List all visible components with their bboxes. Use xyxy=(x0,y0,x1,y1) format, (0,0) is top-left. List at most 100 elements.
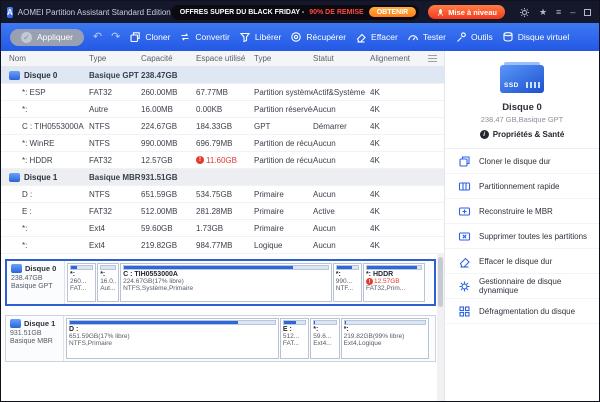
disk-block-1[interactable]: Disque 1 931.51GB Basique MBR D : 651.59… xyxy=(5,315,436,362)
table-row-partition[interactable]: *: WinRE NTFS 990.00MB 696.79MB Partitio… xyxy=(1,135,444,152)
cell-used: 984.77MB xyxy=(196,241,254,250)
table-row-partition[interactable]: *: Ext4 59.60GB 1.73GB Primaire Aucun 4K xyxy=(1,220,444,237)
action-delete-all-partitions[interactable]: Supprimer toutes les partitions xyxy=(445,224,599,249)
partition-size: 651.59GB(17% libre) xyxy=(69,333,276,340)
toolbar-clone[interactable]: Cloner xyxy=(129,31,170,43)
table-row-disk1[interactable]: Disque 1 Basique MBR 931.51GB xyxy=(1,169,444,186)
tools-wrench-icon xyxy=(455,31,467,43)
cell-capacity: 12.57GB xyxy=(141,156,196,165)
menu-icon[interactable]: ≡ xyxy=(556,8,561,17)
col-header-name[interactable]: Nom xyxy=(9,54,89,63)
action-label: Supprimer toutes les partitions xyxy=(479,232,587,241)
apply-button[interactable]: ✓ Appliquer xyxy=(10,29,84,46)
cell-capacity: 931.51GB xyxy=(141,173,196,182)
toolbar-label: Disque virtuel xyxy=(518,32,570,42)
table-row-partition[interactable]: *: HDDR FAT32 12.57GB !11.60GB Partition… xyxy=(1,152,444,169)
toolbar-tools[interactable]: Outils xyxy=(455,31,493,43)
maximize-icon[interactable] xyxy=(584,9,591,16)
action-label: Reconstruire le MBR xyxy=(479,207,553,216)
cell-used: 0.00KB xyxy=(196,105,254,114)
disk-block-0[interactable]: Disque 0 238.47GB Basique GPT *: 260... … xyxy=(5,259,436,306)
partition-block-d-drive[interactable]: D : 651.59GB(17% libre) NTFS,Primaire xyxy=(66,318,279,359)
partition-block[interactable]: *: 16.0... Aut... xyxy=(97,263,119,302)
partition-size: 12.57GB xyxy=(374,278,400,285)
table-row-partition[interactable]: *: ESP FAT32 260.00MB 67.77MB Partition … xyxy=(1,84,444,101)
usage-bar xyxy=(70,265,93,270)
col-header-align[interactable]: Alignement xyxy=(370,54,412,63)
toolbar-label: Libérer xyxy=(255,32,281,42)
cell-status: Aucun xyxy=(313,156,370,165)
promo-get-button[interactable]: OBTENIR xyxy=(369,7,417,17)
partition-block-hddr[interactable]: *: HDDR !12.57GB FAT32,Prim... xyxy=(363,263,425,302)
partition-block[interactable]: *: 990... NTF... xyxy=(333,263,362,302)
toolbar-convert[interactable]: Convertir xyxy=(179,31,229,43)
col-header-used[interactable]: Espace utilisé xyxy=(196,54,254,63)
toolbar-free-up[interactable]: Libérer xyxy=(239,31,281,43)
test-gauge-icon xyxy=(407,31,419,43)
toolbar-test[interactable]: Tester xyxy=(407,31,446,43)
partition-block[interactable]: *: 260... FAT... xyxy=(67,263,96,302)
table-row-partition[interactable]: D : NTFS 651.59GB 534.75GB Primaire Aucu… xyxy=(1,186,444,203)
scrollbar-thumb[interactable] xyxy=(438,257,443,307)
usage-bar xyxy=(123,265,329,270)
usage-bar xyxy=(100,265,116,270)
partition-label: E : xyxy=(283,326,306,333)
dynamic-disk-icon xyxy=(458,280,471,293)
feedback-star-icon[interactable]: ★ xyxy=(539,8,547,17)
action-dynamic-disk-manager[interactable]: Gestionnaire de disque dynamique xyxy=(445,274,599,299)
action-rebuild-mbr[interactable]: Reconstruire le MBR xyxy=(445,199,599,224)
action-disk-defrag[interactable]: Défragmentation du disque xyxy=(445,299,599,324)
undo-icon[interactable]: ↶ xyxy=(93,32,102,43)
cell-capacity: 238.47GB xyxy=(141,71,196,80)
partition-block[interactable]: *: 59.6... Ext4... xyxy=(310,318,339,359)
minimize-icon[interactable]: – xyxy=(570,8,575,17)
toolbar-recover[interactable]: Récupérer xyxy=(290,31,346,43)
settings-gear-icon[interactable] xyxy=(519,7,530,18)
toolbar-virtual-disk[interactable]: Disque virtuel xyxy=(502,31,570,43)
free-up-icon xyxy=(239,31,251,43)
cell-name: *: WinRE xyxy=(9,139,89,148)
table-row-partition[interactable]: C : TIH0553000A NTFS 224.67GB 184.33GB G… xyxy=(1,118,444,135)
convert-icon xyxy=(179,31,191,43)
disk-size: 238.47GB xyxy=(11,275,60,282)
partition-block[interactable]: *: 219.82GB(99% libre) Ext4,Logique xyxy=(341,318,429,359)
cell-type: FAT32 xyxy=(89,207,141,216)
toolbar-wipe[interactable]: Effacer xyxy=(355,31,398,43)
warning-icon: ! xyxy=(366,278,373,285)
partition-label: *: xyxy=(100,271,116,278)
column-settings-icon[interactable] xyxy=(428,55,437,63)
partition-size: 260... xyxy=(70,278,93,285)
redo-icon[interactable]: ↷ xyxy=(111,32,120,43)
properties-health-button[interactable]: i Propriétés & Santé xyxy=(449,130,595,139)
wipe-disk-icon xyxy=(458,255,471,268)
partition-label: D : xyxy=(69,326,276,333)
partition-block-c-drive[interactable]: C : TIH0553000A 224.67GB(17% libre) NTFS… xyxy=(120,263,332,302)
cell-type2: Partition système GPT, EFI xyxy=(254,88,313,97)
table-row-disk0[interactable]: Disque 0 Basique GPT 238.47GB xyxy=(1,67,444,84)
action-quick-partition[interactable]: Partitionnement rapide xyxy=(445,174,599,199)
action-wipe-disk[interactable]: Effacer le disque dur xyxy=(445,249,599,274)
cell-capacity: 990.00MB xyxy=(141,139,196,148)
col-header-capacity[interactable]: Capacité xyxy=(141,54,196,63)
action-label: Effacer le disque dur xyxy=(479,257,552,266)
cell-align: 4K xyxy=(370,122,412,131)
toolbar-label: Effacer xyxy=(371,32,398,42)
partition-label: *: xyxy=(344,326,426,333)
selected-disk-card: SSD Disque 0 238.47 GB,Basique GPT i Pro… xyxy=(445,51,599,149)
cell-align: 4K xyxy=(370,207,412,216)
partition-fs: NTFS,Système,Primaire xyxy=(123,285,329,292)
col-header-type[interactable]: Type xyxy=(89,54,141,63)
cell-name: Disque 1 xyxy=(24,173,57,182)
upgrade-button[interactable]: Mise à niveau xyxy=(428,5,505,19)
vertical-scrollbar[interactable] xyxy=(437,254,444,401)
action-clone-disk[interactable]: Cloner le disque dur xyxy=(445,149,599,174)
cell-used: 1.73GB xyxy=(196,224,254,233)
partition-block-e-drive[interactable]: E : 512... FAT... xyxy=(280,318,309,359)
table-row-partition[interactable]: *: Autre 16.00MB 0.00KB Partition réserv… xyxy=(1,101,444,118)
table-row-partition[interactable]: E : FAT32 512.00MB 281.28MB Primaire Act… xyxy=(1,203,444,220)
table-row-partition[interactable]: *: Ext4 219.82GB 984.77MB Logique Aucun … xyxy=(1,237,444,254)
col-header-type2[interactable]: Type xyxy=(254,54,313,63)
col-header-status[interactable]: Statut xyxy=(313,54,370,63)
cell-type: FAT32 xyxy=(89,156,141,165)
disk-icon xyxy=(10,319,21,328)
